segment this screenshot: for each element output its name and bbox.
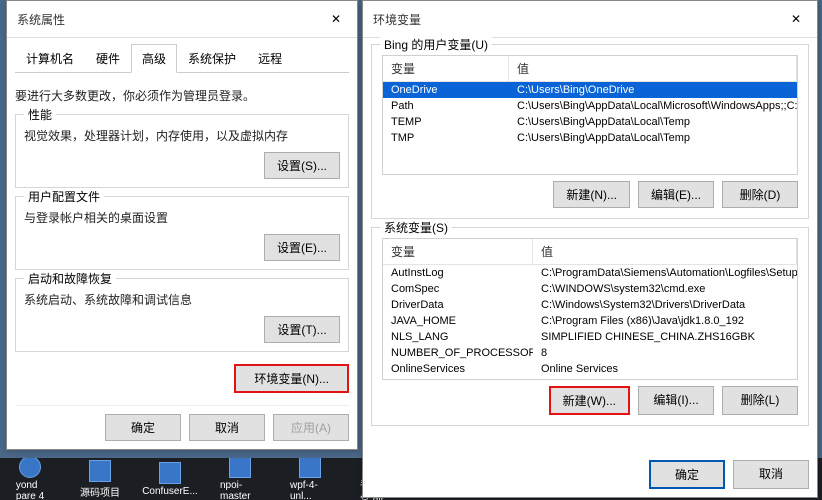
user-profiles-group: 用户配置文件 与登录帐户相关的桌面设置 设置(E)... [15, 196, 349, 270]
tab-system-protect[interactable]: 系统保护 [177, 44, 247, 73]
perf-settings-button[interactable]: 设置(S)... [264, 152, 340, 179]
titlebar: 系统属性 ✕ [7, 1, 357, 38]
group-desc: 与登录帐户相关的桌面设置 [24, 209, 340, 226]
tab-hardware[interactable]: 硬件 [85, 44, 131, 73]
close-icon[interactable]: ✕ [315, 7, 357, 31]
table-row[interactable]: OneDriveC:\Users\Bing\OneDrive [383, 82, 797, 98]
table-row[interactable]: DriverDataC:\Windows\System32\Drivers\Dr… [383, 297, 797, 313]
group-legend: 用户配置文件 [24, 188, 104, 205]
titlebar: 环境变量 ✕ [363, 1, 817, 38]
table-row[interactable]: NLS_LANGSIMPLIFIED CHINESE_CHINA.ZHS16GB… [383, 329, 797, 345]
tabbar: 计算机名 硬件 高级 系统保护 远程 [15, 44, 349, 73]
cancel-button[interactable]: 取消 [189, 414, 265, 441]
table-row[interactable]: PathC:\Users\Bing\AppData\Local\Microsof… [383, 98, 797, 114]
sys-vars-group: 系统变量(S) 变量 值 AutInstLogC:\ProgramData\Si… [371, 227, 809, 426]
taskbar-icon[interactable]: ConfuserE... [150, 462, 190, 497]
group-legend: 启动和故障恢复 [24, 270, 116, 287]
user-var-list[interactable]: 变量 值 OneDriveC:\Users\Bing\OneDrivePathC… [382, 55, 798, 175]
startup-settings-button[interactable]: 设置(T)... [264, 316, 340, 343]
window-title: 系统属性 [17, 11, 65, 28]
user-new-button[interactable]: 新建(N)... [553, 181, 630, 208]
env-vars-button[interactable]: 环境变量(N)... [234, 364, 349, 393]
table-row[interactable]: TEMPC:\Users\Bing\AppData\Local\Temp [383, 114, 797, 130]
sys-var-list[interactable]: 变量 值 AutInstLogC:\ProgramData\Siemens\Au… [382, 238, 798, 380]
table-row[interactable]: JAVA_HOMEC:\Program Files (x86)\Java\jdk… [383, 313, 797, 329]
sys-delete-button[interactable]: 删除(L) [722, 386, 798, 415]
close-icon[interactable]: ✕ [775, 7, 817, 31]
group-legend: 性能 [24, 106, 56, 123]
list-header: 变量 值 [383, 239, 797, 265]
cancel-button[interactable]: 取消 [733, 460, 809, 489]
ok-button[interactable]: 确定 [105, 414, 181, 441]
tab-advanced[interactable]: 高级 [131, 44, 177, 73]
startup-group: 启动和故障恢复 系统启动、系统故障和调试信息 设置(T)... [15, 278, 349, 352]
table-row[interactable]: NUMBER_OF_PROCESSORS8 [383, 345, 797, 361]
taskbar-left: yond pare 4 [10, 458, 50, 500]
table-row[interactable]: AutInstLogC:\ProgramData\Siemens\Automat… [383, 265, 797, 281]
tab-remote[interactable]: 远程 [247, 44, 293, 73]
table-row[interactable]: ComSpecC:\WINDOWS\system32\cmd.exe [383, 281, 797, 297]
admin-instruction: 要进行大多数更改，你必须作为管理员登录。 [15, 87, 349, 104]
user-vars-group: Bing 的用户变量(U) 变量 值 OneDriveC:\Users\Bing… [371, 44, 809, 219]
user-delete-button[interactable]: 删除(D) [722, 181, 798, 208]
group-desc: 系统启动、系统故障和调试信息 [24, 291, 340, 308]
taskbar-icon[interactable]: npoi-master [220, 458, 260, 500]
tab-computer-name[interactable]: 计算机名 [15, 44, 85, 73]
env-vars-window: 环境变量 ✕ Bing 的用户变量(U) 变量 值 OneDriveC:\Use… [362, 0, 818, 498]
table-row[interactable]: OnlineServicesOnline Services [383, 361, 797, 377]
sys-edit-button[interactable]: 编辑(I)... [638, 386, 714, 415]
group-desc: 视觉效果，处理器计划，内存使用，以及虚拟内存 [24, 127, 340, 144]
taskbar-icon[interactable]: 源码项目 [80, 460, 120, 499]
system-properties-window: 系统属性 ✕ 计算机名 硬件 高级 系统保护 远程 要进行大多数更改，你必须作为… [6, 0, 358, 450]
ok-button[interactable]: 确定 [649, 460, 725, 489]
user-edit-button[interactable]: 编辑(E)... [638, 181, 714, 208]
table-row[interactable]: TMPC:\Users\Bing\AppData\Local\Temp [383, 130, 797, 146]
apply-button[interactable]: 应用(A) [273, 414, 349, 441]
group-legend: Bing 的用户变量(U) [380, 36, 492, 53]
profiles-settings-button[interactable]: 设置(E)... [264, 234, 340, 261]
performance-group: 性能 视觉效果，处理器计划，内存使用，以及虚拟内存 设置(S)... [15, 114, 349, 188]
sys-new-button[interactable]: 新建(W)... [549, 386, 630, 415]
list-header: 变量 值 [383, 56, 797, 82]
window-title: 环境变量 [373, 11, 421, 28]
taskbar-icon[interactable]: wpf-4-unl... [290, 458, 330, 500]
group-legend: 系统变量(S) [380, 219, 452, 236]
